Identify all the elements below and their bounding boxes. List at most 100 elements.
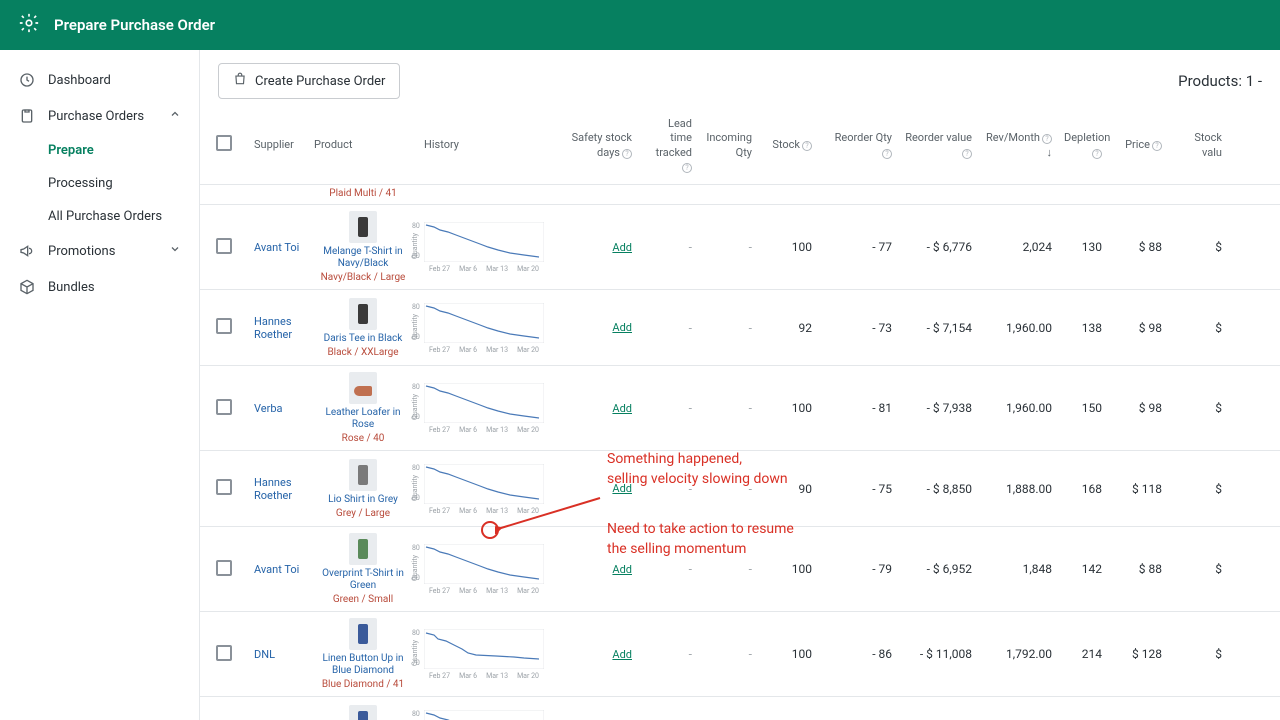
add-safety-stock-link[interactable]: Add bbox=[564, 648, 632, 661]
cell-value: 90 bbox=[758, 482, 818, 496]
chevron-up-icon bbox=[169, 108, 181, 124]
product-variant: Navy/Black / Large bbox=[314, 272, 412, 283]
row-checkbox[interactable] bbox=[216, 318, 232, 334]
info-icon[interactable]: ? bbox=[962, 149, 972, 159]
cell-value: 1,960.00 bbox=[978, 401, 1058, 415]
col-depletion[interactable]: Depletion? bbox=[1058, 131, 1108, 160]
cell-value: 1,848 bbox=[978, 562, 1058, 576]
row-checkbox[interactable] bbox=[216, 238, 232, 254]
sidebar: Dashboard Purchase Orders Prepare Proces… bbox=[0, 50, 200, 720]
cell-value: - 86 bbox=[818, 647, 898, 661]
info-icon[interactable]: ? bbox=[1042, 134, 1052, 144]
supplier-link[interactable]: Avant Toi bbox=[254, 241, 299, 254]
add-safety-stock-link[interactable]: Add bbox=[564, 563, 632, 576]
product-name-link[interactable]: Linen Button Up in Blue Diamond bbox=[314, 653, 412, 677]
add-safety-stock-link[interactable]: Add bbox=[564, 482, 632, 495]
table-row: DNL Linen Button Up in Blue DiamondBlue … bbox=[200, 612, 1280, 697]
add-safety-stock-link[interactable]: Add bbox=[564, 321, 632, 334]
col-reorder-value[interactable]: Reorder value? bbox=[898, 131, 978, 160]
table-row: Avant Toi Melange T-Shirt in Navy/Black N… bbox=[200, 205, 1280, 290]
cell-value: - $ 6,776 bbox=[898, 240, 978, 254]
app-logo-icon bbox=[18, 12, 40, 38]
sidebar-item-purchase-orders[interactable]: Purchase Orders bbox=[0, 98, 199, 134]
megaphone-icon bbox=[18, 242, 36, 260]
clock-icon bbox=[18, 71, 36, 89]
info-icon[interactable]: ? bbox=[802, 141, 812, 151]
info-icon[interactable]: ? bbox=[682, 163, 692, 173]
product-thumbnail bbox=[349, 533, 377, 565]
box-icon bbox=[18, 278, 36, 296]
chevron-down-icon bbox=[169, 243, 181, 259]
cell-value: $ bbox=[1168, 647, 1228, 661]
cell-value: - bbox=[689, 401, 692, 415]
product-thumbnail bbox=[349, 459, 377, 491]
cell-value: - $ 7,154 bbox=[898, 321, 978, 335]
cell-value: 138 bbox=[1058, 321, 1108, 335]
product-name-link[interactable]: Melange T-Shirt in Navy/Black bbox=[314, 246, 412, 270]
product-thumbnail bbox=[349, 298, 377, 330]
sidebar-item-promotions[interactable]: Promotions bbox=[0, 233, 199, 269]
supplier-link[interactable]: Hannes Roether bbox=[254, 315, 292, 341]
info-icon[interactable]: ? bbox=[882, 149, 892, 159]
add-safety-stock-link[interactable]: Add bbox=[564, 402, 632, 415]
cell-value: $ 118 bbox=[1108, 482, 1168, 496]
product-name-link[interactable]: Overprint T-Shirt in Green bbox=[314, 568, 412, 592]
col-incoming-qty[interactable]: Incoming Qty bbox=[698, 131, 758, 160]
table-row: Hannes Roether Daris Tee in BlackBlack /… bbox=[200, 290, 1280, 366]
supplier-link[interactable]: DNL bbox=[254, 648, 275, 661]
product-thumbnail bbox=[349, 372, 377, 404]
supplier-link[interactable]: Verba bbox=[254, 402, 283, 415]
info-icon[interactable]: ? bbox=[622, 149, 632, 159]
sidebar-item-bundles[interactable]: Bundles bbox=[0, 269, 199, 305]
sidebar-sub-all-po[interactable]: All Purchase Orders bbox=[0, 200, 199, 233]
sidebar-sub-prepare[interactable]: Prepare bbox=[0, 134, 199, 167]
history-sparkline: Quantity 8080 Feb 27Mar 6Mar 13Mar 20 bbox=[424, 303, 544, 353]
col-price[interactable]: Price? bbox=[1108, 138, 1168, 152]
col-supplier[interactable]: Supplier bbox=[248, 138, 308, 152]
col-reorder-qty[interactable]: Reorder Qty? bbox=[818, 131, 898, 160]
supplier-link[interactable]: Avant Toi bbox=[254, 563, 299, 576]
info-icon[interactable]: ? bbox=[1152, 141, 1162, 151]
history-sparkline: Quantity 8080 Feb 27Mar 6Mar 13Mar 20 bbox=[424, 464, 544, 514]
product-name-link[interactable]: Lio Shirt in Grey bbox=[314, 494, 412, 506]
cell-value: - 75 bbox=[818, 482, 898, 496]
create-po-button[interactable]: Create Purchase Order bbox=[218, 63, 400, 99]
main-content: Create Purchase Order Products: 1 - Supp… bbox=[200, 50, 1280, 720]
cell-value: 100 bbox=[758, 401, 818, 415]
col-rev-month[interactable]: Rev/Month? ↓ bbox=[978, 131, 1058, 160]
col-product[interactable]: Product bbox=[308, 138, 418, 152]
cell-value: $ bbox=[1168, 562, 1228, 576]
toolbar: Create Purchase Order Products: 1 - bbox=[200, 50, 1280, 111]
col-stock-value[interactable]: Stock valu bbox=[1168, 131, 1228, 160]
product-variant: Green / Small bbox=[314, 594, 412, 605]
product-thumbnail bbox=[349, 705, 377, 720]
product-name-link[interactable]: Daris Tee in Black bbox=[314, 333, 412, 345]
product-name-link[interactable]: Leather Loafer in Rose bbox=[314, 407, 412, 431]
row-checkbox[interactable] bbox=[216, 645, 232, 661]
po-table: Supplier Product History Safety stock da… bbox=[200, 111, 1280, 720]
col-history[interactable]: History bbox=[418, 138, 558, 152]
table-row: Avant Toi Overprint T-Shirt in Green Gree… bbox=[200, 527, 1280, 612]
row-checkbox[interactable] bbox=[216, 399, 232, 415]
col-safety-stock-days[interactable]: Safety stock days? bbox=[558, 131, 638, 160]
cell-value: - 77 bbox=[818, 240, 898, 254]
supplier-link[interactable]: Hannes Roether bbox=[254, 476, 292, 502]
sidebar-item-label: Bundles bbox=[48, 280, 95, 295]
history-sparkline: Quantity 8080 Feb 27Mar 6Mar 13Mar 20 bbox=[424, 222, 544, 272]
cell-value: 2,024 bbox=[978, 240, 1058, 254]
info-icon[interactable]: ? bbox=[1092, 149, 1102, 159]
col-stock[interactable]: Stock? bbox=[758, 138, 818, 152]
add-safety-stock-link[interactable]: Add bbox=[564, 241, 632, 254]
cell-value: 100 bbox=[758, 240, 818, 254]
row-checkbox[interactable] bbox=[216, 560, 232, 576]
cell-value: 1,792.00 bbox=[978, 647, 1058, 661]
col-lead-time-tracked[interactable]: Lead time tracked? bbox=[638, 117, 698, 174]
row-checkbox[interactable] bbox=[216, 479, 232, 495]
sidebar-sub-processing[interactable]: Processing bbox=[0, 167, 199, 200]
select-all-checkbox[interactable] bbox=[216, 135, 232, 151]
cell-value: $ 88 bbox=[1108, 562, 1168, 576]
sidebar-item-dashboard[interactable]: Dashboard bbox=[0, 62, 199, 98]
cell-value: $ bbox=[1168, 321, 1228, 335]
history-sparkline: Quantity 8080 Feb 27Mar 6Mar 13Mar 20 bbox=[424, 544, 544, 594]
cell-value: - bbox=[689, 562, 692, 576]
